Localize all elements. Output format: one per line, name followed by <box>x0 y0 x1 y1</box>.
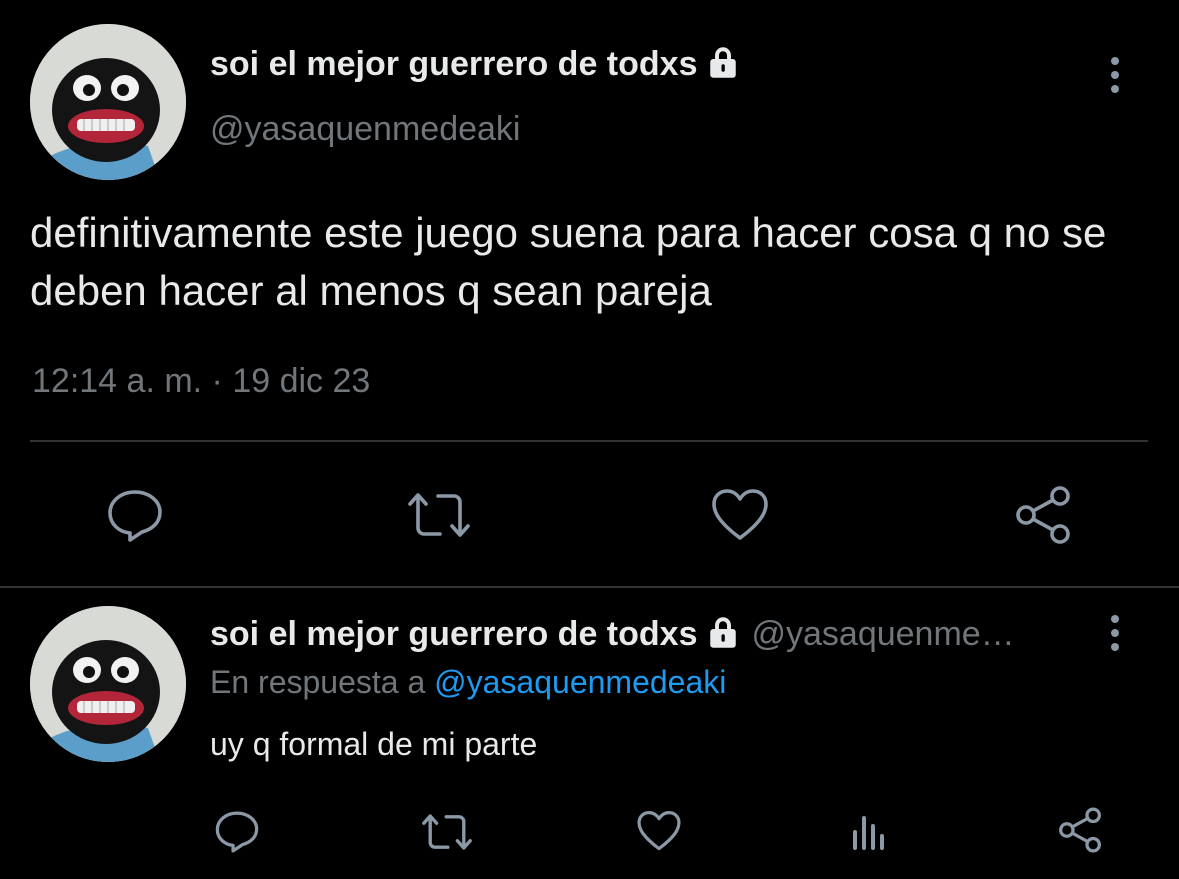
tweet-text: definitivamente este juego suena para ha… <box>30 209 1107 314</box>
avatar[interactable] <box>30 606 186 762</box>
like-button[interactable] <box>636 810 682 852</box>
share-button[interactable] <box>1012 484 1074 546</box>
lock-icon <box>705 614 741 655</box>
avatar-image <box>30 24 186 180</box>
reply-to-mention[interactable]: @yasaquenmedeaki <box>434 664 726 700</box>
more-vertical-icon[interactable] <box>1100 56 1130 101</box>
analytics-button[interactable] <box>850 810 890 850</box>
divider <box>0 586 1179 588</box>
retweet-icon <box>408 493 470 537</box>
divider <box>30 440 1148 442</box>
tweet-thread: soi el mejor guerrero de todxs @yasaquen… <box>0 0 1179 879</box>
tweet-timestamp[interactable]: 12:14 a. m. · 19 dic 23 <box>32 362 370 401</box>
share-icon <box>1016 486 1070 544</box>
like-icon <box>637 810 681 851</box>
author-name-row: soi el mejor guerrero de todxs <box>210 44 741 85</box>
author-display-name[interactable]: soi el mejor guerrero de todxs <box>210 45 697 84</box>
reply-author-row: soi el mejor guerrero de todxs @yasaquen… <box>210 614 1015 655</box>
like-button[interactable] <box>710 488 770 542</box>
reply-button[interactable] <box>106 488 164 544</box>
retweet-icon <box>422 814 472 850</box>
reply-text: uy q formal de mi parte <box>210 726 538 762</box>
reply-context: En respuesta a @yasaquenmedeaki <box>210 664 726 701</box>
avatar[interactable] <box>30 24 186 180</box>
reply-author-display-name[interactable]: soi el mejor guerrero de todxs <box>210 615 697 654</box>
avatar-image <box>30 606 186 762</box>
reply-author-handle[interactable]: @yasaquenme… <box>751 615 1014 654</box>
share-button[interactable] <box>1056 806 1104 854</box>
more-vertical-icon[interactable] <box>1100 614 1130 659</box>
analytics-icon <box>853 816 884 850</box>
reply-button[interactable] <box>214 810 260 854</box>
share-icon <box>1059 807 1101 853</box>
reply-icon <box>215 811 259 853</box>
reply-icon <box>108 490 162 542</box>
retweet-button[interactable] <box>420 812 474 852</box>
author-handle[interactable]: @yasaquenmedeaki <box>210 110 520 149</box>
retweet-button[interactable] <box>406 490 472 540</box>
like-icon <box>712 489 768 540</box>
reply-prefix: En respuesta a <box>210 664 426 700</box>
lock-icon <box>705 44 741 85</box>
